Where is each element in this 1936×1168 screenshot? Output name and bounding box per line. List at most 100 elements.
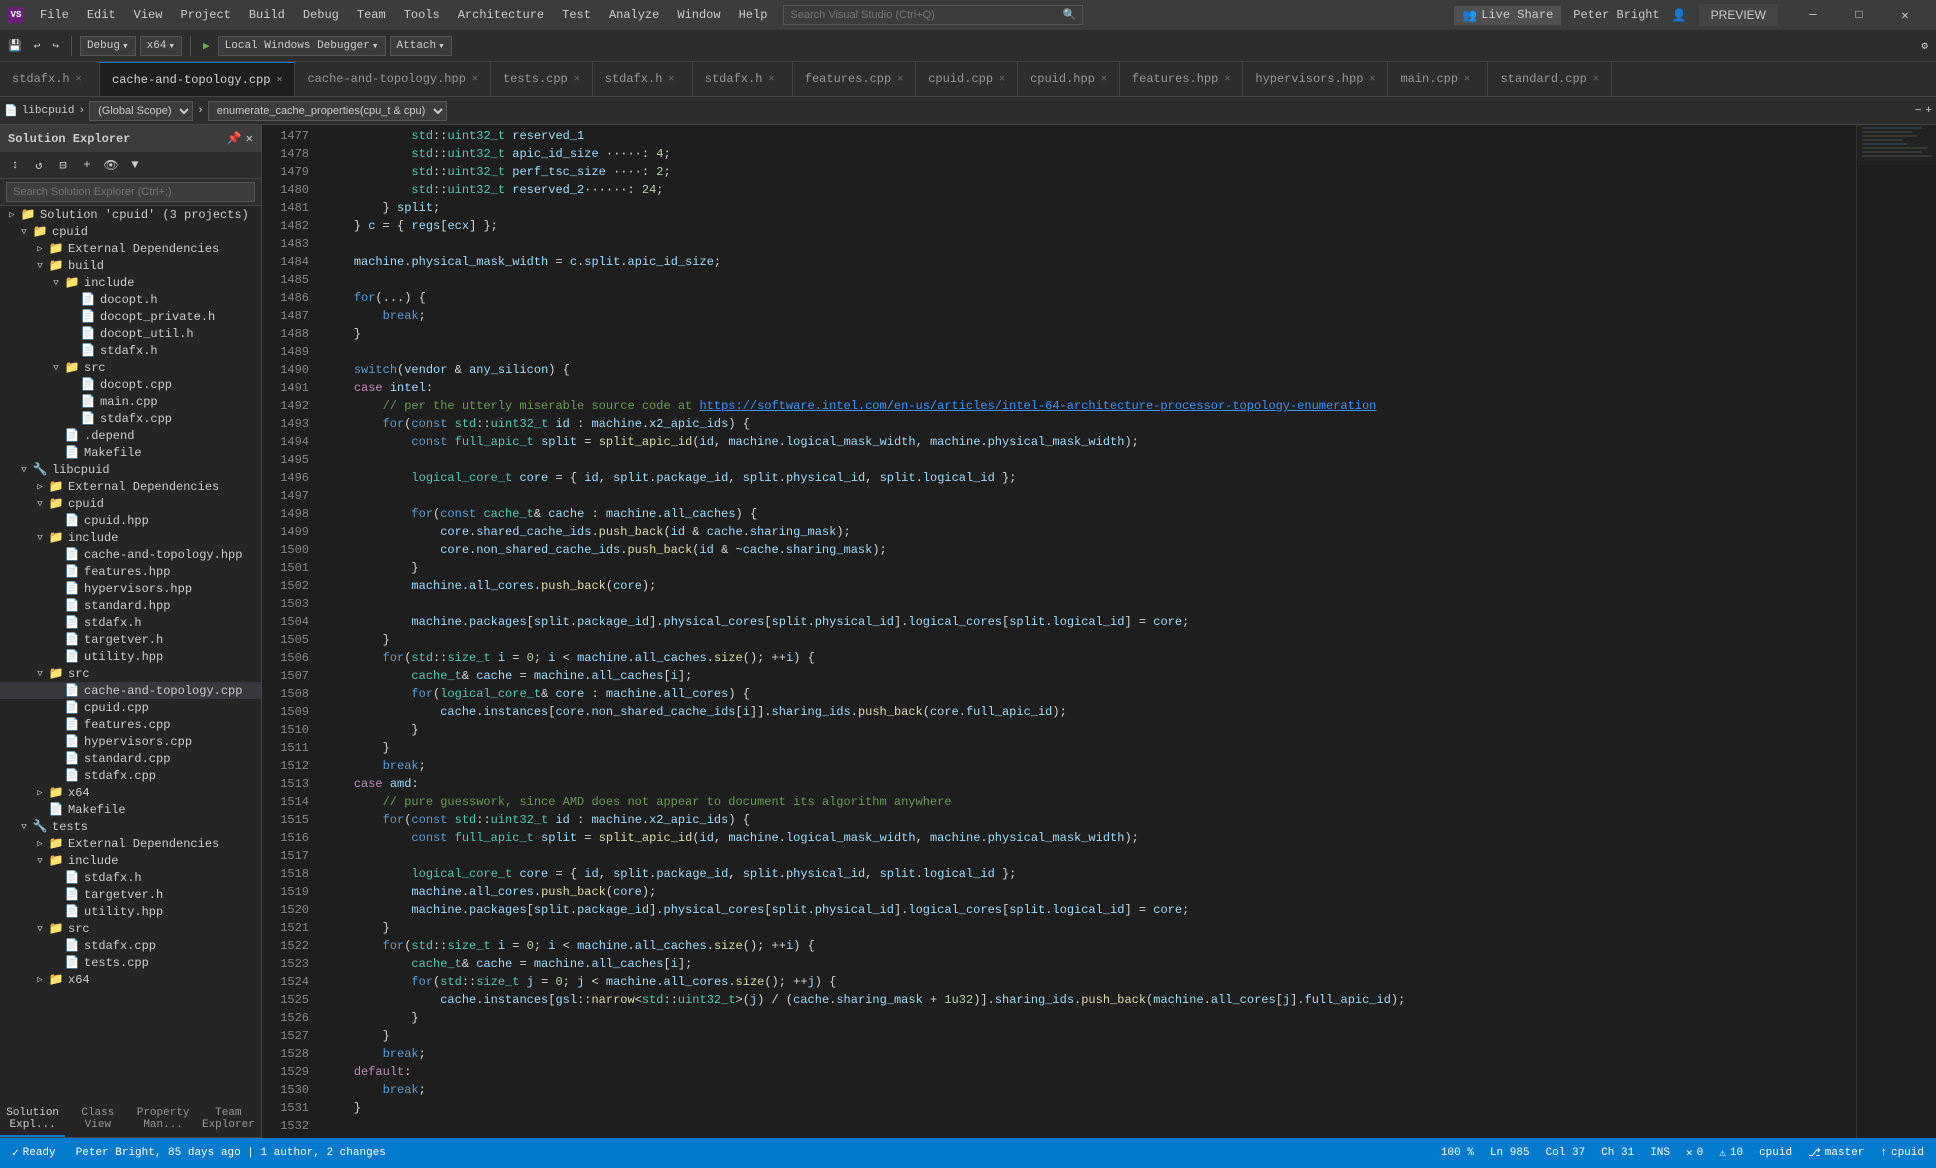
- debug-config-dropdown[interactable]: Debug ▾: [80, 36, 136, 56]
- tree-cpuid-folder[interactable]: ▽ 📁 cpuid: [0, 495, 261, 512]
- menu-file[interactable]: File: [32, 4, 77, 26]
- preview-button[interactable]: PREVIEW: [1699, 4, 1778, 26]
- tree-stdafx-h-3[interactable]: 📄 stdafx.h: [0, 869, 261, 886]
- se-refresh-btn[interactable]: ↺: [28, 154, 50, 176]
- tree-cpuid-hpp[interactable]: 📄 cpuid.hpp: [0, 512, 261, 529]
- status-branch[interactable]: ⎇ master: [1804, 1146, 1868, 1160]
- tree-ext-deps-3[interactable]: ▷ 📁 External Dependencies: [0, 835, 261, 852]
- tree-targetver-h-2[interactable]: 📄 targetver.h: [0, 886, 261, 903]
- close-tab-icon[interactable]: ✕: [768, 73, 774, 85]
- status-project[interactable]: cpuid: [1755, 1147, 1796, 1159]
- menu-team[interactable]: Team: [349, 4, 394, 26]
- function-select[interactable]: enumerate_cache_properties(cpu_t & cpu): [208, 101, 447, 121]
- code-view[interactable]: 1477147814791480 1481148214831484 148514…: [262, 125, 1936, 1138]
- tree-docopt-util-h[interactable]: 📄 docopt_util.h: [0, 325, 261, 342]
- tree-src-3[interactable]: ▽ 📁 src: [0, 920, 261, 937]
- tree-standard-cpp[interactable]: 📄 standard.cpp: [0, 750, 261, 767]
- tree-stdafx-cpp-3[interactable]: 📄 stdafx.cpp: [0, 937, 261, 954]
- close-button[interactable]: ✕: [1882, 0, 1928, 30]
- tree-standard-hpp[interactable]: 📄 standard.hpp: [0, 597, 261, 614]
- menu-project[interactable]: Project: [172, 4, 238, 26]
- menu-build[interactable]: Build: [241, 4, 293, 26]
- tree-x64-3[interactable]: ▷ 📁 x64: [0, 971, 261, 988]
- tab-tests-cpp[interactable]: tests.cpp ✕: [491, 62, 593, 96]
- close-tab-icon[interactable]: ✕: [1464, 73, 1470, 85]
- close-tab-icon[interactable]: ✕: [472, 73, 478, 85]
- tree-cache-topology-cpp[interactable]: 📄 cache-and-topology.cpp: [0, 682, 261, 699]
- tree-ext-deps-1[interactable]: ▷ 📁 External Dependencies: [0, 240, 261, 257]
- se-sync-btn[interactable]: ↕: [4, 154, 26, 176]
- tree-ext-deps-2[interactable]: ▷ 📁 External Dependencies: [0, 478, 261, 495]
- close-tab-icon[interactable]: ✕: [668, 73, 674, 85]
- tree-makefile-1[interactable]: 📄 Makefile: [0, 444, 261, 461]
- tree-x64-2[interactable]: ▷ 📁 x64: [0, 784, 261, 801]
- status-ln[interactable]: Ln 985: [1486, 1147, 1534, 1159]
- search-input[interactable]: [790, 9, 1062, 21]
- se-show-all-btn[interactable]: 👁: [100, 154, 122, 176]
- tree-features-hpp[interactable]: 📄 features.hpp: [0, 563, 261, 580]
- se-filter-btn[interactable]: ▼: [124, 154, 146, 176]
- tree-build-folder[interactable]: ▽ 📁 build: [0, 257, 261, 274]
- tab-cache-topology-hpp[interactable]: cache-and-topology.hpp ✕: [295, 62, 490, 96]
- tree-hypervisors-cpp[interactable]: 📄 hypervisors.cpp: [0, 733, 261, 750]
- menu-window[interactable]: Window: [669, 4, 728, 26]
- tab-solution-explorer[interactable]: Solution Expl...: [0, 1103, 65, 1137]
- close-tab-icon[interactable]: ✕: [574, 73, 580, 85]
- tree-docopt-cpp[interactable]: 📄 docopt.cpp: [0, 376, 261, 393]
- tree-cache-topology-hpp[interactable]: 📄 cache-and-topology.hpp: [0, 546, 261, 563]
- tree-docopt-private-h[interactable]: 📄 docopt_private.h: [0, 308, 261, 325]
- close-tab-icon[interactable]: ✕: [1224, 73, 1230, 85]
- tab-cache-topology-cpp[interactable]: cache-and-topology.cpp ✕: [100, 62, 295, 96]
- tree-targetver-h[interactable]: 📄 targetver.h: [0, 631, 261, 648]
- status-warnings[interactable]: ⚠ 10: [1715, 1146, 1747, 1160]
- tree-utility-hpp-2[interactable]: 📄 utility.hpp: [0, 903, 261, 920]
- se-search-input[interactable]: [6, 182, 255, 202]
- tab-stdafx-h-3[interactable]: stdafx.h ✕: [693, 62, 793, 96]
- tree-tests[interactable]: ▽ 🔧 tests: [0, 818, 261, 835]
- vs-search-box[interactable]: 🔍: [783, 5, 1083, 25]
- tree-stdafx-cpp-2[interactable]: 📄 stdafx.cpp: [0, 767, 261, 784]
- close-tab-icon[interactable]: ✕: [897, 73, 903, 85]
- source-code[interactable]: std::uint32_t reserved_1 std::uint32_t a…: [317, 125, 1856, 1138]
- menu-help[interactable]: Help: [731, 4, 776, 26]
- tab-standard-cpp[interactable]: standard.cpp ✕: [1488, 62, 1611, 96]
- se-close-icon[interactable]: ✕: [246, 131, 253, 146]
- close-tab-icon[interactable]: ✕: [76, 73, 82, 85]
- menu-analyze[interactable]: Analyze: [601, 4, 667, 26]
- status-col[interactable]: Col 37: [1542, 1147, 1590, 1159]
- se-pin-icon[interactable]: 📌: [227, 131, 242, 146]
- tab-stdafx-h-1[interactable]: stdafx.h ✕: [0, 62, 100, 96]
- expand-icon[interactable]: +: [1925, 105, 1932, 117]
- tree-src-1[interactable]: ▽ 📁 src: [0, 359, 261, 376]
- close-tab-icon[interactable]: ✕: [1593, 73, 1599, 85]
- tree-main-cpp-1[interactable]: 📄 main.cpp: [0, 393, 261, 410]
- tree-hypervisors-hpp[interactable]: 📄 hypervisors.hpp: [0, 580, 261, 597]
- close-tab-icon[interactable]: ✕: [1101, 73, 1107, 85]
- close-tab-icon[interactable]: ✕: [1369, 73, 1375, 85]
- menu-architecture[interactable]: Architecture: [450, 4, 552, 26]
- menu-tools[interactable]: Tools: [396, 4, 448, 26]
- status-ins[interactable]: INS: [1646, 1147, 1674, 1159]
- se-new-file-btn[interactable]: +: [76, 154, 98, 176]
- debugger-dropdown[interactable]: Local Windows Debugger ▾: [218, 36, 386, 56]
- tree-tests-cpp[interactable]: 📄 tests.cpp: [0, 954, 261, 971]
- redo-icon[interactable]: ↪: [48, 37, 63, 55]
- tab-class-view[interactable]: Class View: [65, 1103, 130, 1137]
- menu-test[interactable]: Test: [554, 4, 599, 26]
- minimize-button[interactable]: ─: [1790, 0, 1836, 30]
- scope-dropdown[interactable]: (Global Scope): [89, 101, 193, 121]
- tree-cpuid-cpp[interactable]: 📄 cpuid.cpp: [0, 699, 261, 716]
- status-errors[interactable]: ✕ 0: [1682, 1146, 1707, 1160]
- tab-cpuid-hpp[interactable]: cpuid.hpp ✕: [1018, 62, 1120, 96]
- tab-team-explorer[interactable]: Team Explorer: [196, 1103, 261, 1137]
- scope-select[interactable]: (Global Scope): [89, 101, 193, 121]
- menu-view[interactable]: View: [126, 4, 171, 26]
- tab-features-cpp[interactable]: features.cpp ✕: [793, 62, 916, 96]
- menu-edit[interactable]: Edit: [79, 4, 124, 26]
- status-publish[interactable]: ↑ cpuid: [1876, 1147, 1928, 1159]
- maximize-button[interactable]: □: [1836, 0, 1882, 30]
- menu-debug[interactable]: Debug: [295, 4, 347, 26]
- tree-include-1[interactable]: ▽ 📁 include: [0, 274, 261, 291]
- live-share-button[interactable]: 👥 Live Share: [1454, 6, 1561, 25]
- settings-icon[interactable]: ⚙: [1917, 37, 1932, 55]
